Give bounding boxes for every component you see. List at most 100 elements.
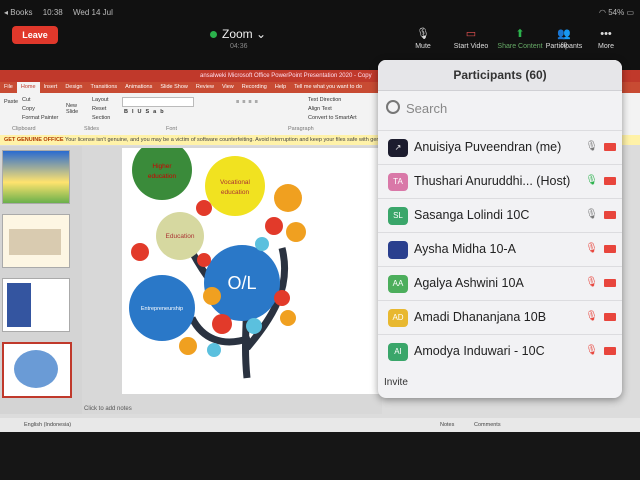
- decor-circle: [212, 314, 232, 334]
- slide-thumbnail[interactable]: [2, 278, 70, 332]
- new-slide-button[interactable]: New Slide: [66, 103, 82, 115]
- ppt-tab[interactable]: Transitions: [86, 82, 121, 93]
- ppt-tab[interactable]: Help: [271, 82, 290, 93]
- comments-toggle[interactable]: Comments: [474, 418, 501, 432]
- status-bar: ◂ Books 10:38 Wed 14 Jul ◠ 54% ▭: [0, 0, 640, 22]
- meeting-title[interactable]: Zoom ⌄: [210, 27, 266, 41]
- notes-toggle[interactable]: Notes: [440, 418, 454, 432]
- slide-thumbnail-selected[interactable]: [2, 342, 72, 398]
- branch-label-higher-education-2: education: [148, 173, 177, 180]
- back-to-books-link[interactable]: ◂ Books: [4, 8, 32, 17]
- start-video-button[interactable]: ▭ Start Video: [445, 28, 497, 50]
- align-text-button[interactable]: Align Text: [308, 106, 332, 112]
- participant-name: Amodya Induwari - 10C: [414, 344, 545, 358]
- ppt-tab[interactable]: View: [218, 82, 238, 93]
- participant-row[interactable]: AD Amadi Dhananjana 10B 🎙: [378, 300, 622, 335]
- thumbnail-image: [7, 283, 31, 327]
- search-icon: [386, 100, 400, 114]
- avatar: AA: [388, 275, 408, 293]
- participant-row[interactable]: TA Thushari Anuruddhi... (Host) 🎙: [378, 164, 622, 199]
- current-slide[interactable]: Higher education Vocational education Ed…: [122, 140, 382, 394]
- participant-row[interactable]: ↗ Anuisiya Puveendran (me) 🎙: [378, 130, 622, 165]
- participant-name: Thushari Anuruddhi... (Host): [414, 174, 571, 188]
- encryption-shield-icon: [210, 31, 217, 38]
- avatar: TA: [388, 173, 408, 191]
- ppt-tab-home[interactable]: Home: [16, 82, 40, 93]
- video-off-icon: [604, 211, 616, 219]
- participant-name: Aysha Midha 10-A: [414, 242, 516, 256]
- slide-thumbnails: [0, 146, 82, 414]
- language-status[interactable]: English (Indonesia): [24, 422, 71, 428]
- decor-circle: [274, 184, 302, 212]
- cut-button[interactable]: Cut: [22, 97, 31, 103]
- avatar: AD: [388, 309, 408, 327]
- participants-label: Participants: [545, 43, 583, 50]
- font-group-label: Font: [166, 126, 178, 132]
- ppt-tab[interactable]: Review: [192, 82, 218, 93]
- branch-label-higher-education: Higher: [152, 163, 172, 170]
- mic-icon: 🎙: [585, 141, 598, 152]
- font-name-select[interactable]: [122, 97, 194, 107]
- slide-thumbnail[interactable]: [2, 214, 70, 268]
- participant-row[interactable]: AI Amodya Induwari - 10C 🎙: [378, 334, 622, 369]
- paragraph-group-label: Paragraph: [288, 126, 314, 132]
- convert-smartart-button[interactable]: Convert to SmartArt: [308, 115, 357, 121]
- decor-circle: [286, 222, 306, 242]
- font-format-buttons[interactable]: BIUSab: [124, 109, 168, 115]
- participant-row[interactable]: AA Agalya Ashwini 10A 🎙: [378, 266, 622, 301]
- more-label: More: [598, 43, 614, 50]
- mic-muted-icon: 🎙: [585, 311, 598, 322]
- clipboard-group-label: Clipboard: [12, 126, 36, 132]
- participant-row[interactable]: SL Sasanga Lolindi 10C 🎙: [378, 198, 622, 233]
- participant-name: Sasanga Lolindi 10C: [414, 208, 530, 222]
- copy-button[interactable]: Copy: [22, 106, 35, 112]
- participants-icon: 👥60: [557, 28, 571, 49]
- ppt-tab[interactable]: Insert: [40, 82, 62, 93]
- slide-notes-placeholder[interactable]: Click to add notes: [84, 406, 132, 412]
- ppt-tab[interactable]: Animations: [121, 82, 156, 93]
- search-placeholder: Search: [406, 101, 448, 116]
- mindmap-diagram: Higher education Vocational education Ed…: [129, 140, 306, 379]
- ppt-tab[interactable]: Slide Show: [156, 82, 192, 93]
- branch-label-vocational-2: education: [221, 189, 250, 196]
- leave-button[interactable]: Leave: [12, 26, 58, 44]
- battery-icon: ▭: [626, 8, 634, 17]
- decor-circle: [131, 243, 149, 261]
- mute-button[interactable]: 🎙 Mute: [397, 28, 449, 50]
- decor-circle: [196, 200, 212, 216]
- ppt-tab[interactable]: Design: [61, 82, 86, 93]
- ppt-tab[interactable]: Recording: [238, 82, 271, 93]
- layout-button[interactable]: Layout: [92, 97, 109, 103]
- banner-text: Your license isn't genuine, and you may …: [65, 137, 406, 143]
- section-button[interactable]: Section: [92, 115, 110, 121]
- format-painter-button[interactable]: Format Painter: [22, 115, 58, 121]
- participants-search[interactable]: Search: [384, 96, 616, 122]
- ipad-screen: ◂ Books 10:38 Wed 14 Jul ◠ 54% ▭ Leave Z…: [0, 0, 640, 480]
- paste-button[interactable]: Paste: [4, 99, 18, 105]
- participants-panel: Participants (60) Search ↗ Anuisiya Puve…: [378, 60, 622, 398]
- center-label-ol: O/L: [227, 273, 256, 293]
- mic-muted-icon: 🎙: [585, 243, 598, 254]
- avatar: SL: [388, 207, 408, 225]
- slide-thumbnail[interactable]: [2, 150, 70, 204]
- invite-button[interactable]: Invite: [384, 372, 444, 394]
- paragraph-buttons[interactable]: ≡≡≡≡: [236, 99, 261, 105]
- mic-icon: 🎙: [585, 209, 598, 220]
- text-direction-button[interactable]: Text Direction: [308, 97, 341, 103]
- decor-circle: [255, 237, 269, 251]
- status-time: 10:38: [42, 8, 63, 17]
- decor-circle: [280, 310, 296, 326]
- status-date: Wed 14 Jul: [72, 8, 113, 17]
- branch-label-entrepreneurship: Entrepreneurship: [141, 306, 183, 312]
- mute-label: Mute: [415, 43, 431, 50]
- more-button[interactable]: ••• More: [580, 28, 632, 50]
- avatar: AI: [388, 343, 408, 361]
- slides-group-label: Slides: [84, 126, 99, 132]
- ppt-tell-me[interactable]: Tell me what you want to do: [290, 82, 366, 93]
- ppt-tab[interactable]: File: [0, 82, 17, 93]
- decor-circle: [274, 290, 290, 306]
- screen-bottom-bezel: [0, 432, 640, 480]
- wifi-icon: ◠: [598, 8, 606, 17]
- reset-button[interactable]: Reset: [92, 106, 106, 112]
- participant-row[interactable]: Aysha Midha 10-A 🎙: [378, 232, 622, 267]
